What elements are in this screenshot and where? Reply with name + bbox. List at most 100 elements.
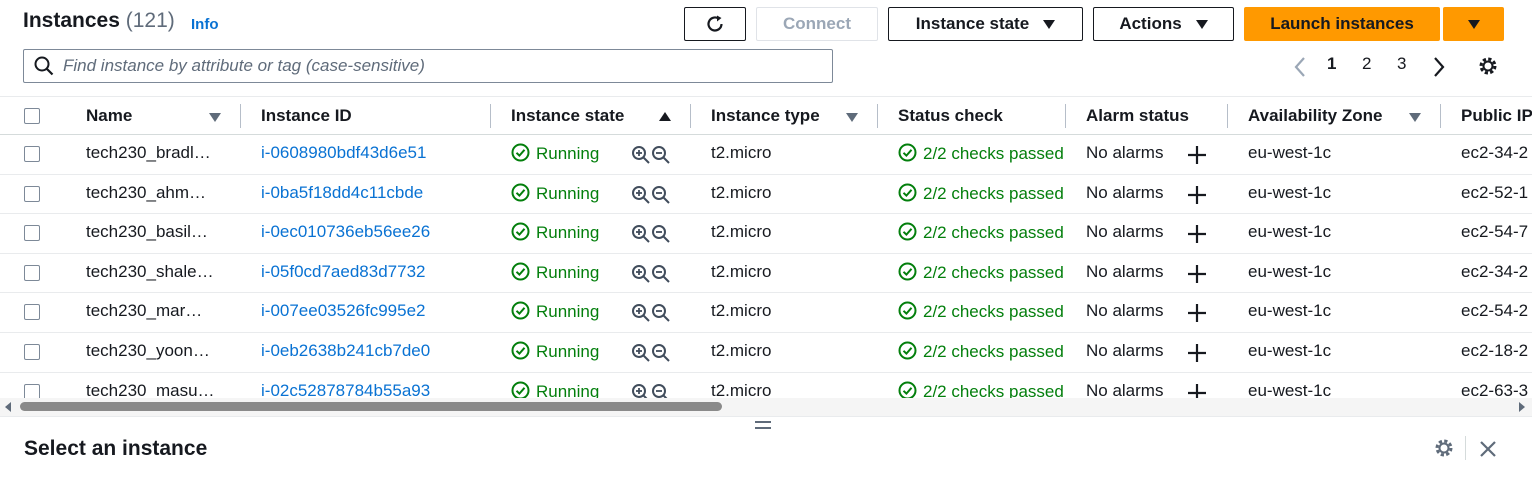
launch-instances-button[interactable]: Launch instances xyxy=(1244,7,1440,41)
refresh-button[interactable] xyxy=(684,7,746,41)
column-instance-type[interactable]: Instance type xyxy=(711,106,820,126)
horizontal-scrollbar[interactable] xyxy=(0,398,1532,416)
public-ipv4-dns: ec2-54-2 xyxy=(1461,301,1529,321)
status-check: 2/2 checks passed xyxy=(898,262,1064,283)
zoom-out-icon[interactable] xyxy=(651,264,671,284)
instance-type: t2.micro xyxy=(711,261,772,281)
zoom-out-icon[interactable] xyxy=(651,145,671,165)
scrollbar-thumb[interactable] xyxy=(20,402,722,411)
zoom-in-icon[interactable] xyxy=(631,303,651,323)
row-checkbox[interactable] xyxy=(24,146,40,162)
zoom-in-icon[interactable] xyxy=(631,383,651,398)
instance-name: tech230_bradl… xyxy=(86,143,211,162)
instance-id-link[interactable]: i-05f0cd7aed83d7732 xyxy=(261,262,425,282)
instance-id-link[interactable]: i-0ba5f18dd4c11cbde xyxy=(261,183,423,203)
add-alarm-icon[interactable] xyxy=(1187,303,1207,323)
check-circle-icon xyxy=(511,341,530,360)
zoom-out-icon[interactable] xyxy=(651,224,671,244)
page-2[interactable]: 2 xyxy=(1362,54,1371,74)
check-circle-icon xyxy=(511,222,530,241)
column-availability-zone[interactable]: Availability Zone xyxy=(1248,106,1382,126)
zoom-out-icon[interactable] xyxy=(651,383,671,398)
add-alarm-icon[interactable] xyxy=(1187,145,1207,165)
table-row[interactable]: tech230_shale… i-05f0cd7aed83d7732 Running… xyxy=(0,254,1532,294)
public-ipv4-dns: ec2-52-1 xyxy=(1461,182,1529,202)
instance-state-dropdown[interactable]: Instance state xyxy=(888,7,1083,41)
zoom-in-icon[interactable] xyxy=(631,145,651,165)
zoom-out-icon[interactable] xyxy=(651,343,671,363)
page-1[interactable]: 1 xyxy=(1327,54,1336,74)
check-circle-icon xyxy=(898,341,917,360)
add-alarm-icon[interactable] xyxy=(1187,383,1207,398)
column-instance-state[interactable]: Instance state xyxy=(511,106,624,126)
actions-dropdown[interactable]: Actions xyxy=(1093,7,1234,41)
add-alarm-icon[interactable] xyxy=(1187,343,1207,363)
scroll-right-icon[interactable] xyxy=(1518,402,1526,412)
sort-icon[interactable] xyxy=(209,113,221,122)
check-circle-icon xyxy=(511,262,530,281)
instance-type: t2.micro xyxy=(711,222,772,242)
select-all-checkbox[interactable] xyxy=(24,108,40,124)
settings-gear-icon[interactable] xyxy=(1477,55,1499,77)
launch-options-dropdown[interactable] xyxy=(1443,7,1504,41)
zoom-in-icon[interactable] xyxy=(631,224,651,244)
instance-name: tech230_mar… xyxy=(86,301,203,321)
row-checkbox[interactable] xyxy=(24,344,40,360)
instance-id-link[interactable]: i-02c52878784b55a93 xyxy=(261,381,430,398)
search-input[interactable]: Find instance by attribute or tag (case-… xyxy=(23,49,833,83)
table-row[interactable]: tech230_basil… i-0ec010736eb56ee26 Running… xyxy=(0,214,1532,254)
add-alarm-icon[interactable] xyxy=(1187,264,1207,284)
separator xyxy=(1465,436,1466,460)
check-circle-icon xyxy=(511,143,530,162)
zoom-out-icon[interactable] xyxy=(651,185,671,205)
table-row[interactable]: tech230_ahm… i-0ba5f18dd4c11cbde Running t2… xyxy=(0,175,1532,215)
column-alarm-status[interactable]: Alarm status xyxy=(1086,106,1189,126)
settings-gear-icon[interactable] xyxy=(1433,437,1455,459)
public-ipv4-dns: ec2-63-3 xyxy=(1461,380,1529,398)
zoom-in-icon[interactable] xyxy=(631,343,651,363)
refresh-icon xyxy=(707,15,723,32)
table-row[interactable]: tech230_yoon… i-0eb2638b241cb7de0 Running t… xyxy=(0,333,1532,373)
row-checkbox[interactable] xyxy=(24,383,40,398)
caret-down-icon xyxy=(1195,19,1208,29)
table-row[interactable]: tech230_mar… i-007ee03526fc995e2 Running t2… xyxy=(0,293,1532,333)
column-instance-id[interactable]: Instance ID xyxy=(261,106,352,126)
availability-zone: eu-west-1c xyxy=(1248,301,1332,321)
row-checkbox[interactable] xyxy=(24,304,40,321)
row-checkbox[interactable] xyxy=(24,264,40,281)
alarm-status: No alarms xyxy=(1086,143,1164,162)
column-status-check[interactable]: Status check xyxy=(898,106,1003,126)
table-row[interactable]: tech230_bradl… i-0608980bdf43d6e51 Running… xyxy=(0,135,1532,175)
zoom-in-icon[interactable] xyxy=(631,185,651,205)
instance-state-status: Running xyxy=(511,222,599,243)
instance-id-link[interactable]: i-0eb2638b241cb7de0 xyxy=(261,341,430,361)
previous-page-icon[interactable] xyxy=(1293,56,1307,78)
instance-id-link[interactable]: i-007ee03526fc995e2 xyxy=(261,301,425,321)
row-checkbox[interactable] xyxy=(24,225,40,242)
instance-type: t2.micro xyxy=(711,143,772,162)
scroll-left-icon[interactable] xyxy=(4,402,12,412)
close-icon[interactable] xyxy=(1478,439,1498,459)
sort-icon[interactable] xyxy=(846,113,858,122)
connect-button[interactable]: Connect xyxy=(756,7,878,41)
availability-zone: eu-west-1c xyxy=(1248,341,1332,360)
table-row[interactable]: tech230_masu… i-02c52878784b55a93 Running t… xyxy=(0,373,1532,398)
sort-ascending-icon[interactable] xyxy=(659,112,671,121)
row-checkbox[interactable] xyxy=(24,185,40,202)
info-link[interactable]: Info xyxy=(191,16,219,33)
alarm-status: No alarms xyxy=(1086,301,1164,321)
zoom-out-icon[interactable] xyxy=(651,303,671,323)
zoom-in-icon[interactable] xyxy=(631,264,651,284)
instance-id-link[interactable]: i-0608980bdf43d6e51 xyxy=(261,143,426,163)
page-3[interactable]: 3 xyxy=(1397,54,1406,74)
next-page-icon[interactable] xyxy=(1432,56,1446,78)
split-drag-handle-icon[interactable] xyxy=(755,421,771,433)
column-public-ip[interactable]: Public IP xyxy=(1461,106,1532,126)
add-alarm-icon[interactable] xyxy=(1187,224,1207,244)
instance-id-link[interactable]: i-0ec010736eb56ee26 xyxy=(261,222,430,242)
table-header: Name Instance ID Instance state Instance… xyxy=(0,96,1532,135)
column-name[interactable]: Name xyxy=(86,106,132,126)
sort-icon[interactable] xyxy=(1409,113,1421,122)
public-ipv4-dns: ec2-54-7 xyxy=(1461,222,1529,242)
add-alarm-icon[interactable] xyxy=(1187,185,1207,205)
